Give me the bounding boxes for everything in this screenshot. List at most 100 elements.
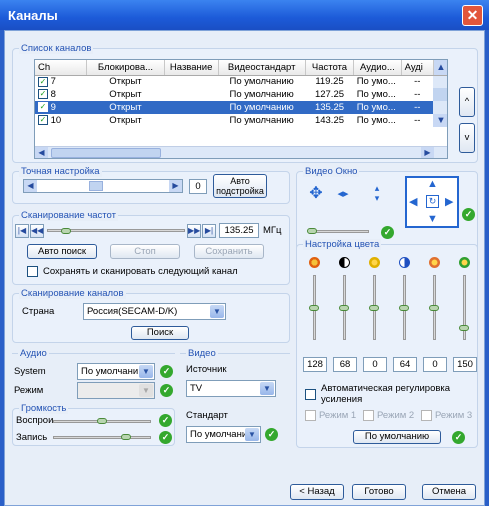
arrow-up-icon[interactable]: ▲ — [427, 178, 438, 190]
country-select[interactable]: Россия(SECAM-D/K) ▼ — [83, 303, 226, 320]
color-value: 150 — [453, 357, 477, 372]
position-apply-icon[interactable]: ✓ — [462, 208, 475, 221]
move-down-button[interactable]: v — [459, 123, 475, 153]
col-audio[interactable]: Аудио... — [353, 60, 402, 76]
move-up-button[interactable]: ^ — [459, 87, 475, 117]
mode-select[interactable]: ▼ — [77, 382, 155, 399]
position-pad[interactable]: ▲ ◀ ↻ ▶ ▼ — [405, 176, 459, 228]
color-slider-thumb[interactable] — [309, 304, 319, 311]
col-standard[interactable]: Видеостандарт — [218, 60, 306, 76]
stop-button[interactable]: Стоп — [110, 244, 180, 259]
standard-select[interactable]: По умолчаник ▼ — [186, 426, 261, 443]
cancel-button[interactable]: Отмена — [422, 484, 476, 500]
window-title: Каналы — [8, 8, 58, 23]
hscroll-right[interactable]: ▶ — [421, 147, 434, 158]
vscroll-up[interactable]: ▲ — [433, 60, 447, 76]
mode1-label: Режим 1 — [319, 410, 357, 421]
table-row[interactable]: ✓ 7 Открыт По умолчанию 119.25 По умо... -- — [35, 75, 447, 88]
search-button[interactable]: Поиск — [131, 326, 189, 340]
color-slider-thumb[interactable] — [339, 304, 349, 311]
playback-thumb[interactable] — [97, 418, 107, 424]
hscroll-bar[interactable]: ◀ ▶ — [35, 146, 447, 158]
chevron-down-icon: ▼ — [139, 384, 153, 397]
back-button[interactable]: < Назад — [290, 484, 344, 500]
color-default-button[interactable]: По умолчанию — [353, 430, 441, 444]
color-slider-thumb[interactable] — [399, 304, 409, 311]
color-default-apply-icon[interactable]: ✓ — [452, 431, 465, 444]
color-slider-thumb[interactable] — [459, 325, 469, 332]
reset-position-icon[interactable]: ↻ — [426, 195, 439, 208]
arrow-left-icon[interactable]: ◀ — [409, 195, 417, 208]
mode-apply-icon[interactable]: ✓ — [160, 384, 173, 397]
record-thumb[interactable] — [121, 434, 131, 440]
vscroll-down[interactable]: ▼ — [433, 114, 447, 127]
stretch-vertical-icon[interactable]: ▴ ▾ — [370, 183, 384, 205]
record-label: Запись — [16, 432, 48, 443]
playback-apply-icon[interactable]: ✓ — [159, 414, 172, 427]
channel-table: Ch Блокирова... Название Видеостандарт Ч… — [35, 60, 447, 127]
row-ch: 8 — [50, 89, 56, 100]
mode1-checkbox[interactable] — [305, 410, 316, 421]
row-audio: По умо... — [356, 89, 396, 100]
fine-tune-scrollbar[interactable]: ◀ ▶ — [23, 179, 183, 193]
row-ch: 7 — [50, 76, 56, 88]
table-row[interactable]: ✓ 9 Открыт По умолчанию 135.25 По умо... -- — [35, 101, 447, 114]
scan-frequency-group: Сканирование частот |◀ ◀◀ ▶▶ ▶| 135.25 М… — [12, 210, 290, 285]
auto-tune-button[interactable]: Авто подстройка — [213, 174, 267, 198]
chevron-down-icon: ▼ — [245, 428, 259, 441]
window-size-apply-icon[interactable]: ✓ — [381, 226, 394, 239]
fine-tune-thumb[interactable] — [89, 181, 103, 191]
row-frequency: 143.25 — [314, 115, 345, 126]
table-row[interactable]: ✓ 10 Открыт По умолчанию 143.25 По умо... -- ▼ — [35, 114, 447, 127]
scan-last-button[interactable]: ▶| — [202, 224, 216, 238]
row-checkbox[interactable]: ✓ — [38, 115, 48, 126]
save-scan-next-checkbox[interactable] — [27, 266, 38, 277]
done-button[interactable]: Готово — [352, 484, 406, 500]
row-checkbox[interactable]: ✓ — [38, 102, 48, 113]
volume-title: Громкость — [19, 403, 69, 414]
color-slider-thumb[interactable] — [429, 304, 439, 311]
col-lock[interactable]: Блокирова... — [86, 60, 165, 76]
color-slider-thumb[interactable] — [369, 304, 379, 311]
stretch-horizontal-icon[interactable]: ◂▸ — [334, 185, 352, 203]
move-icon[interactable]: ✥ — [307, 185, 325, 203]
auto-gain-checkbox[interactable] — [305, 389, 316, 400]
fine-tune-right[interactable]: ▶ — [169, 180, 182, 192]
row-checkbox[interactable]: ✓ — [38, 89, 48, 100]
col-audio2[interactable]: Ауді — [401, 60, 434, 76]
close-button[interactable]: ✕ — [462, 5, 483, 26]
col-ch[interactable]: Ch — [35, 60, 88, 76]
video-window-title: Видео Окно — [303, 166, 360, 177]
col-name[interactable]: Название — [164, 60, 219, 76]
save-button[interactable]: Сохранить — [194, 244, 264, 259]
fine-tune-group: Точная настройка ◀ ▶ 0 Авто подстройка — [12, 166, 290, 204]
standard-apply-icon[interactable]: ✓ — [265, 428, 278, 441]
arrow-down-icon[interactable]: ▼ — [427, 213, 438, 225]
mode3-checkbox[interactable] — [421, 410, 432, 421]
row-audio: По умо... — [353, 101, 402, 114]
row-checkbox[interactable]: ✓ — [38, 76, 48, 87]
record-slider[interactable] — [53, 436, 151, 439]
country-value: Россия(SECAM-D/K) — [87, 306, 178, 317]
system-select[interactable]: По умолчани ▼ — [77, 363, 155, 380]
system-apply-icon[interactable]: ✓ — [160, 365, 173, 378]
scan-prev-button[interactable]: ◀◀ — [30, 224, 44, 238]
scan-frequency-thumb[interactable] — [61, 228, 71, 234]
window-size-thumb[interactable] — [307, 228, 317, 234]
col-frequency[interactable]: Частота — [305, 60, 355, 76]
hscroll-left[interactable]: ◀ — [35, 147, 48, 158]
arrow-right-icon[interactable]: ▶ — [445, 195, 453, 208]
source-select[interactable]: TV ▼ — [186, 380, 276, 397]
color-value: 0 — [423, 357, 447, 372]
table-row[interactable]: ✓ 8 Открыт По умолчанию 127.25 По умо... -- — [35, 88, 447, 101]
scan-first-button[interactable]: |◀ — [15, 224, 29, 238]
window-size-slider[interactable] — [309, 230, 369, 233]
record-apply-icon[interactable]: ✓ — [159, 431, 172, 444]
color-value: 0 — [363, 357, 387, 372]
hue-icon — [369, 257, 380, 268]
mode2-checkbox[interactable] — [363, 410, 374, 421]
hscroll-thumb[interactable] — [51, 148, 161, 158]
auto-search-button[interactable]: Авто поиск — [27, 244, 97, 259]
fine-tune-left[interactable]: ◀ — [24, 180, 37, 192]
scan-next-button[interactable]: ▶▶ — [187, 224, 201, 238]
